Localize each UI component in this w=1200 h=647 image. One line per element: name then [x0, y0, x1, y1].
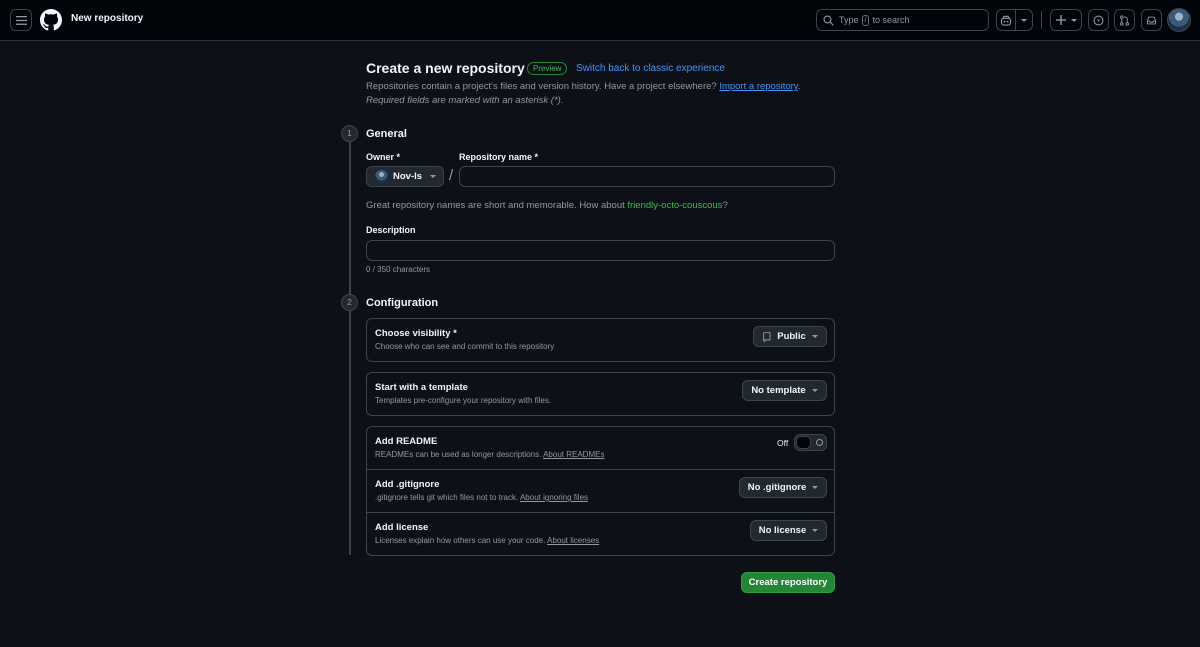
license-desc-text: Licenses explain how others can use your… [375, 536, 546, 545]
hint-text: Great repository names are short and mem… [366, 200, 625, 211]
license-value: No license [758, 525, 807, 536]
chevron-down-icon [811, 389, 818, 392]
switch-classic-link[interactable]: Switch back to classic experience [576, 63, 725, 74]
repository-name-label: Repository name * [459, 152, 539, 162]
pull-requests-button[interactable] [1114, 9, 1135, 31]
search-shortcut-key: / [861, 14, 870, 26]
section-title-general: General [366, 128, 407, 140]
repository-name-input[interactable] [459, 166, 835, 187]
owner-label: Owner * [366, 152, 401, 162]
about-licenses-link[interactable]: About licenses [547, 536, 599, 545]
visibility-select[interactable]: Public [753, 326, 827, 347]
user-avatar[interactable] [1167, 8, 1191, 32]
chevron-down-icon [811, 335, 818, 338]
owner-repo-separator: / [449, 167, 454, 184]
license-select[interactable]: No license [750, 520, 827, 541]
preview-badge: Preview [527, 62, 568, 75]
copilot-icon [1000, 15, 1012, 26]
notifications-button[interactable] [1141, 9, 1162, 31]
template-title: Start with a template [375, 382, 468, 393]
issue-opened-icon [1093, 14, 1104, 26]
search-prefix: Type [839, 15, 859, 25]
description-input[interactable] [366, 240, 835, 261]
issues-button[interactable] [1088, 9, 1109, 31]
description-char-count: 0 / 350 characters [366, 265, 431, 274]
plus-icon [1055, 15, 1066, 25]
copilot-button[interactable] [996, 9, 1016, 31]
chevron-down-icon [812, 486, 819, 489]
visibility-title: Choose visibility * [375, 328, 457, 339]
visibility-value: Public [777, 331, 806, 342]
github-logo-icon[interactable] [40, 9, 62, 31]
search-suffix: to search [872, 15, 910, 25]
menu-button[interactable] [10, 9, 32, 31]
template-description: Templates pre-configure your repository … [375, 396, 552, 405]
toggle-knob [796, 436, 811, 449]
repository-name-hint: Great repository names are short and mem… [366, 200, 728, 211]
toggle-off-icon [816, 439, 823, 446]
card-divider [366, 469, 835, 470]
readme-toggle-label: Off [777, 438, 789, 448]
hamburger-icon [15, 15, 27, 25]
gitignore-title: Add .gitignore [375, 479, 440, 490]
about-ignoring-files-link[interactable]: About ignoring files [520, 493, 588, 502]
step-number-1: 1 [341, 125, 358, 142]
owner-avatar [375, 170, 388, 183]
template-value: No template [751, 385, 806, 396]
repo-icon [763, 331, 771, 342]
header-divider [1041, 11, 1042, 29]
card-divider [366, 512, 835, 513]
chevron-down-icon [430, 175, 437, 178]
visibility-description: Choose who can see and commit to this re… [375, 342, 555, 351]
chevron-down-icon [812, 529, 819, 532]
create-repository-button[interactable]: Create repository [741, 572, 835, 593]
required-fields-note: Required fields are marked with an aster… [366, 95, 564, 106]
name-suggestion-link[interactable]: friendly-octo-couscous [627, 200, 722, 211]
template-select[interactable]: No template [742, 380, 827, 401]
copilot-menu-button[interactable] [1015, 9, 1033, 31]
gitignore-value: No .gitignore [747, 482, 807, 493]
about-readmes-link[interactable]: About READMEs [543, 450, 604, 459]
subtitle-end: . [797, 81, 801, 92]
search-icon [823, 14, 834, 26]
gitignore-select[interactable]: No .gitignore [739, 477, 827, 498]
create-new-button[interactable] [1050, 9, 1082, 31]
step-number-2: 2 [341, 294, 358, 311]
readme-desc-text: READMEs can be used as longer descriptio… [375, 450, 542, 459]
section-title-configuration: Configuration [366, 297, 439, 309]
description-label: Description [366, 225, 416, 235]
steps-timeline [349, 133, 351, 555]
pull-request-icon [1120, 14, 1129, 26]
license-title: Add license [375, 522, 429, 533]
page-name[interactable]: New repository [71, 13, 143, 24]
page-subtitle: Repositories contain a project's files a… [366, 81, 800, 92]
owner-value: Nov-ls [393, 171, 423, 182]
subtitle-text: Repositories contain a project's files a… [366, 81, 717, 92]
import-repository-link[interactable]: Import a repository [719, 81, 798, 92]
readme-toggle[interactable] [794, 434, 827, 451]
inbox-icon [1146, 16, 1157, 24]
search-input[interactable]: Type / to search [816, 9, 989, 31]
readme-description: READMEs can be used as longer descriptio… [375, 450, 604, 459]
page-title: Create a new repository [366, 60, 525, 76]
hint-end: ? [722, 200, 728, 211]
owner-select[interactable]: Nov-ls [366, 166, 444, 187]
gitignore-description: .gitignore tells git which files not to … [375, 493, 588, 502]
readme-title: Add README [375, 436, 438, 447]
global-header: New repository Type / to search [0, 0, 1200, 41]
license-description: Licenses explain how others can use your… [375, 536, 599, 545]
gitignore-desc-text: .gitignore tells git which files not to … [375, 493, 519, 502]
chevron-down-icon [1021, 18, 1027, 22]
chevron-down-icon [1070, 18, 1077, 22]
